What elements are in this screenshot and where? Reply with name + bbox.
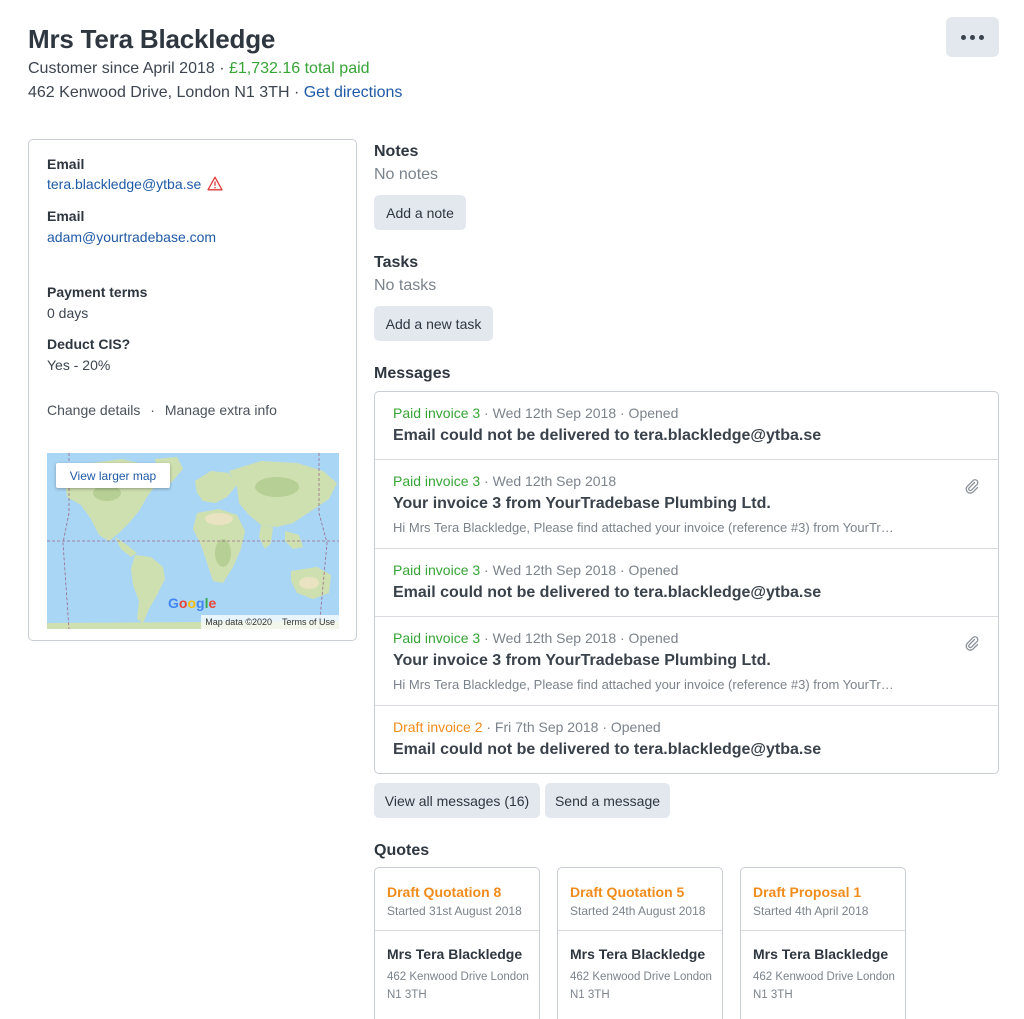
message-meta: Paid invoice 3 · Wed 12th Sep 2018 · Ope…	[393, 562, 678, 578]
quote-divider	[375, 930, 539, 931]
quotes-heading: Quotes	[374, 842, 430, 859]
quote-card[interactable]: Draft Proposal 1 Started 4th April 2018 …	[740, 867, 906, 1019]
email-link-secondary[interactable]: adam@yourtradebase.com	[47, 229, 216, 245]
more-actions-button[interactable]	[946, 17, 999, 57]
customer-since: Customer since April 2018	[28, 60, 215, 77]
customer-details-card: Email tera.blackledge@ytba.se Email adam…	[28, 139, 357, 641]
add-note-button[interactable]: Add a note	[374, 195, 466, 230]
customer-summary: Customer since April 2018 · £1,732.16 to…	[28, 60, 370, 78]
message-item[interactable]: Paid invoice 3 · Wed 12th Sep 2018 Your …	[375, 460, 998, 549]
message-date-status: · Wed 12th Sep 2018 · Opened	[480, 630, 679, 646]
email-value-secondary-row: adam@yourtradebase.com	[47, 229, 216, 245]
message-subject: Email could not be delivered to tera.bla…	[393, 427, 822, 444]
quote-address: 462 Kenwood Drive London N1 3TH	[570, 971, 712, 1001]
ellipsis-icon	[961, 34, 984, 40]
notes-empty: No notes	[374, 166, 439, 183]
send-message-button[interactable]: Send a message	[545, 783, 670, 818]
email-value-row: tera.blackledge@ytba.se	[47, 176, 223, 194]
card-links: Change details · Manage extra info	[47, 402, 277, 418]
quote-address: 462 Kenwood Drive London N1 3TH	[753, 971, 895, 1001]
quote-address: 462 Kenwood Drive London N1 3TH	[387, 971, 529, 1001]
quote-started: Started 24th August 2018	[570, 904, 706, 918]
quote-customer: Mrs Tera Blackledge	[387, 946, 523, 962]
email-label-secondary: Email	[47, 208, 85, 224]
customer-address-line: 462 Kenwood Drive, London N1 3TH · Get d…	[28, 84, 402, 102]
view-larger-map-button[interactable]: View larger map	[56, 463, 170, 488]
total-paid: £1,732.16 total paid	[228, 60, 370, 77]
quote-title: Draft Proposal 1	[753, 884, 862, 900]
message-meta: Paid invoice 3 · Wed 12th Sep 2018 · Ope…	[393, 405, 678, 421]
attachment-icon	[964, 635, 980, 656]
message-item[interactable]: Draft invoice 2 · Fri 7th Sep 2018 · Ope…	[375, 706, 998, 773]
message-date-status: · Fri 7th Sep 2018 · Opened	[482, 719, 661, 735]
message-doc-link[interactable]: Paid invoice 3	[393, 630, 480, 646]
google-logo-letter: g	[196, 595, 205, 611]
summary-separator: ·	[214, 60, 229, 77]
tasks-heading: Tasks	[374, 254, 419, 271]
change-details-link[interactable]: Change details	[47, 402, 140, 418]
manage-extra-info-link[interactable]: Manage extra info	[165, 402, 277, 418]
quote-customer: Mrs Tera Blackledge	[570, 946, 706, 962]
tasks-empty: No tasks	[374, 277, 437, 294]
customer-address: 462 Kenwood Drive, London N1 3TH	[28, 84, 290, 101]
message-subject: Your invoice 3 from YourTradebase Plumbi…	[393, 652, 771, 669]
message-doc-link[interactable]: Paid invoice 3	[393, 473, 480, 489]
payment-terms-label: Payment terms	[47, 284, 148, 300]
message-date-status: · Wed 12th Sep 2018 · Opened	[480, 562, 679, 578]
google-logo-letter: e	[208, 595, 217, 611]
email-label: Email	[47, 156, 85, 172]
message-doc-link[interactable]: Draft invoice 2	[393, 719, 482, 735]
message-meta: Draft invoice 2 · Fri 7th Sep 2018 · Ope…	[393, 719, 661, 735]
google-logo-letter: o	[187, 595, 197, 611]
quote-customer: Mrs Tera Blackledge	[753, 946, 889, 962]
map-terms-link[interactable]: Terms of Use	[282, 617, 335, 627]
google-logo-letter: G	[168, 595, 179, 611]
message-subject: Your invoice 3 from YourTradebase Plumbi…	[393, 495, 771, 512]
notes-heading: Notes	[374, 143, 419, 160]
quote-started: Started 4th April 2018	[753, 904, 869, 918]
message-meta: Paid invoice 3 · Wed 12th Sep 2018 · Ope…	[393, 630, 678, 646]
quote-divider	[558, 930, 722, 931]
message-meta: Paid invoice 3 · Wed 12th Sep 2018	[393, 473, 616, 489]
get-directions-link[interactable]: Get directions	[304, 84, 403, 101]
quote-divider	[741, 930, 905, 931]
google-logo: Google	[168, 595, 216, 611]
quote-title: Draft Quotation 8	[387, 884, 502, 900]
payment-terms-value: 0 days	[47, 305, 89, 321]
message-item[interactable]: Paid invoice 3 · Wed 12th Sep 2018 · Ope…	[375, 549, 998, 617]
cis-value: Yes - 20%	[47, 357, 111, 373]
message-doc-link[interactable]: Paid invoice 3	[393, 562, 480, 578]
add-task-button[interactable]: Add a new task	[374, 306, 493, 341]
map-footer: Map data ©2020 Terms of Use	[201, 615, 339, 629]
message-subject: Email could not be delivered to tera.bla…	[393, 584, 822, 601]
location-map[interactable]: View larger map Google Map data ©2020 Te…	[47, 453, 339, 629]
links-separator: ·	[150, 402, 155, 418]
email-link-primary[interactable]: tera.blackledge@ytba.se	[47, 176, 201, 192]
customer-name: Mrs Tera Blackledge	[28, 24, 276, 54]
messages-heading: Messages	[374, 365, 451, 382]
view-all-messages-button[interactable]: View all messages (16)	[374, 783, 540, 818]
messages-list: Paid invoice 3 · Wed 12th Sep 2018 · Ope…	[374, 391, 999, 774]
quote-card[interactable]: Draft Quotation 8 Started 31st August 20…	[374, 867, 540, 1019]
map-data-attribution: Map data ©2020	[205, 617, 272, 627]
message-item[interactable]: Paid invoice 3 · Wed 12th Sep 2018 · Ope…	[375, 392, 998, 460]
quote-title: Draft Quotation 5	[570, 884, 685, 900]
attachment-icon	[964, 478, 980, 499]
message-item[interactable]: Paid invoice 3 · Wed 12th Sep 2018 · Ope…	[375, 617, 998, 706]
message-date-status: · Wed 12th Sep 2018 · Opened	[480, 405, 679, 421]
address-separator: ·	[289, 84, 304, 101]
message-preview: Hi Mrs Tera Blackledge, Please find atta…	[393, 520, 894, 535]
message-preview: Hi Mrs Tera Blackledge, Please find atta…	[393, 677, 894, 692]
quote-card[interactable]: Draft Quotation 5 Started 24th August 20…	[557, 867, 723, 1019]
quote-started: Started 31st August 2018	[387, 904, 522, 918]
message-subject: Email could not be delivered to tera.bla…	[393, 741, 822, 758]
message-date-status: · Wed 12th Sep 2018	[480, 473, 617, 489]
warning-icon	[207, 176, 223, 194]
cis-label: Deduct CIS?	[47, 336, 131, 352]
message-doc-link[interactable]: Paid invoice 3	[393, 405, 480, 421]
